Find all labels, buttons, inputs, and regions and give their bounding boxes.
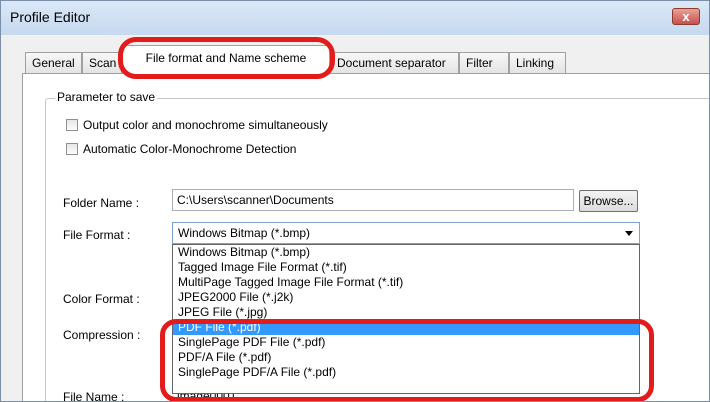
option-tagged-image-file-format[interactable]: Tagged Image File Format (*.tif) — [173, 260, 639, 275]
checkbox-box[interactable] — [66, 143, 78, 155]
checkbox-label: Output color and monochrome simultaneous… — [83, 118, 328, 132]
option-pdf-a[interactable]: PDF/A File (*.pdf) — [173, 350, 639, 365]
option-windows-bitmap[interactable]: Windows Bitmap (*.bmp) — [173, 245, 639, 260]
tab-general[interactable]: General — [25, 52, 82, 73]
folder-name-label: Folder Name : — [63, 196, 140, 210]
tab-file-format-and-name-scheme[interactable]: File format and Name scheme — [122, 45, 330, 74]
tab-scan[interactable]: Scan — [82, 52, 122, 73]
file-format-label: File Format : — [63, 228, 131, 242]
dropdown-arrow-icon[interactable] — [625, 231, 633, 236]
browse-button[interactable]: Browse... — [579, 190, 638, 212]
option-multipage-tiff[interactable]: MultiPage Tagged Image File Format (*.ti… — [173, 275, 639, 290]
checkbox-label: Automatic Color-Monochrome Detection — [83, 142, 297, 156]
tab-linking[interactable]: Linking — [509, 52, 566, 73]
checkbox-box[interactable] — [66, 119, 78, 131]
title-bar: Profile Editor x — [1, 1, 709, 35]
option-jpeg[interactable]: JPEG File (*.jpg) — [173, 305, 639, 320]
tab-document-separator[interactable]: Document separator — [330, 52, 459, 73]
tab-filter[interactable]: Filter — [459, 52, 509, 73]
option-pdf[interactable]: PDF File (*.pdf) — [173, 320, 639, 335]
window-title: Profile Editor — [10, 9, 91, 25]
file-format-dropdown-list: Windows Bitmap (*.bmp) Tagged Image File… — [172, 244, 640, 394]
option-jpeg2000[interactable]: JPEG2000 File (*.j2k) — [173, 290, 639, 305]
file-name-label: File Name : — [63, 390, 125, 402]
group-label: Parameter to save — [55, 90, 158, 104]
file-format-value: Windows Bitmap (*.bmp) — [178, 226, 311, 240]
close-icon: x — [682, 9, 690, 24]
compression-label: Compression : — [63, 328, 141, 342]
option-singlepage-pdf[interactable]: SinglePage PDF File (*.pdf) — [173, 335, 639, 350]
option-singlepage-pdf-a[interactable]: SinglePage PDF/A File (*.pdf) — [173, 365, 639, 380]
profile-editor-window: Profile Editor x General Scan File forma… — [0, 0, 710, 402]
color-format-label: Color Format : — [63, 292, 140, 306]
close-button[interactable]: x — [672, 8, 700, 25]
checkbox-automatic-color-monochrome-detection[interactable]: Automatic Color-Monochrome Detection — [66, 142, 296, 156]
file-format-select[interactable]: Windows Bitmap (*.bmp) — [172, 222, 640, 244]
checkbox-output-color-and-monochrome[interactable]: Output color and monochrome simultaneous… — [66, 118, 328, 132]
folder-name-input[interactable]: C:\Users\scanner\Documents — [172, 189, 574, 211]
